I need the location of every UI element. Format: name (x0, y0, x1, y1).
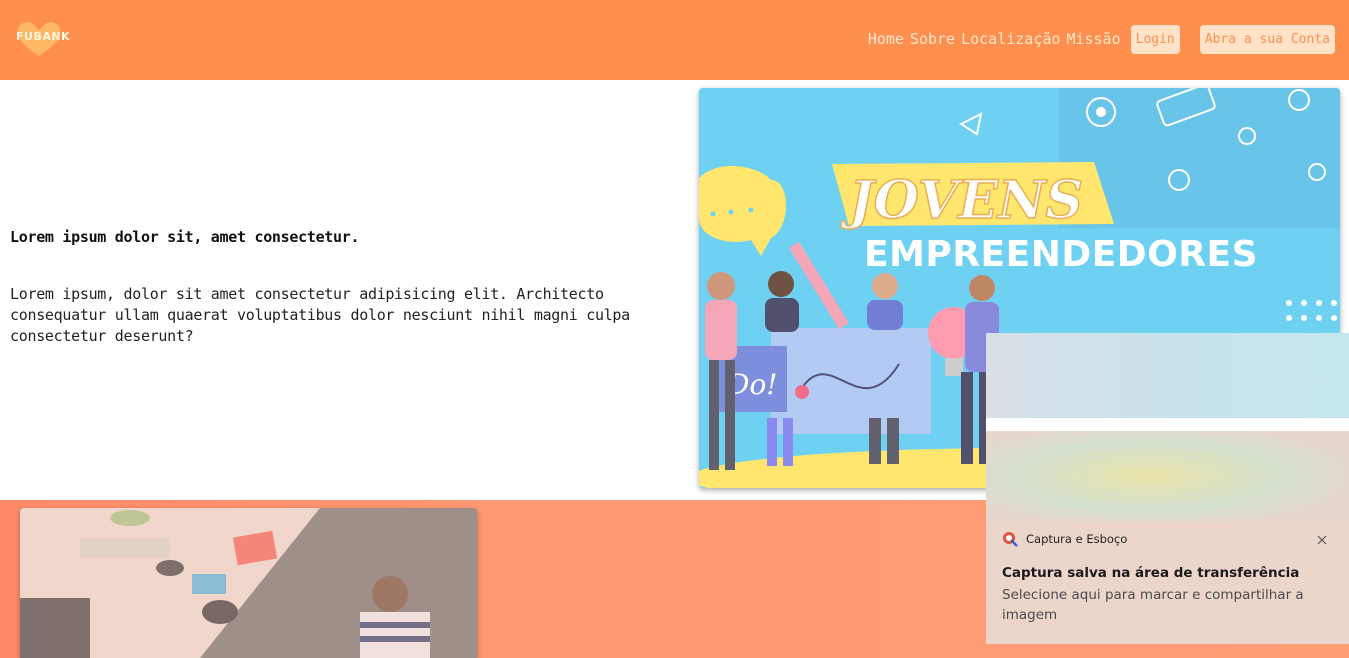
main-nav: Home Sobre Localização Missão Login Abra… (868, 24, 1335, 54)
office-photo (20, 508, 477, 658)
nav-missao[interactable]: Missão (1066, 30, 1120, 48)
close-icon[interactable] (1315, 532, 1329, 546)
screenshot-preview[interactable] (986, 333, 1349, 521)
open-account-button[interactable]: Abra a sua Conta (1199, 24, 1335, 54)
login-button[interactable]: Login (1130, 24, 1180, 54)
nav-home[interactable]: Home (868, 30, 904, 48)
snip-notification[interactable]: Captura e Esboço Captura salva na área d… (986, 333, 1349, 644)
snipping-tool-icon (1003, 532, 1018, 547)
logo-text: FUBANK (16, 30, 71, 43)
nav-localizacao[interactable]: Localização (961, 30, 1060, 48)
nav-sobre[interactable]: Sobre (910, 30, 955, 48)
preview-thumbnail (986, 333, 1349, 521)
site-header: FUBANK Home Sobre Localização Missão Log… (0, 0, 1349, 80)
toast-app-name: Captura e Esboço (1026, 532, 1128, 546)
office-team-photo (20, 508, 477, 658)
toast-message: Selecione aqui para marcar e compartilha… (1002, 587, 1304, 623)
hero-text: Lorem ipsum dolor sit, amet consectetur.… (10, 228, 700, 347)
toast-title: Captura salva na área de transferência (1002, 565, 1300, 581)
toast-header: Captura e Esboço (1002, 530, 1127, 548)
hero-body: Lorem ipsum, dolor sit amet consectetur … (10, 285, 630, 345)
hero-title: Lorem ipsum dolor sit, amet consectetur. (10, 228, 360, 246)
logo[interactable]: FUBANK (14, 18, 70, 58)
